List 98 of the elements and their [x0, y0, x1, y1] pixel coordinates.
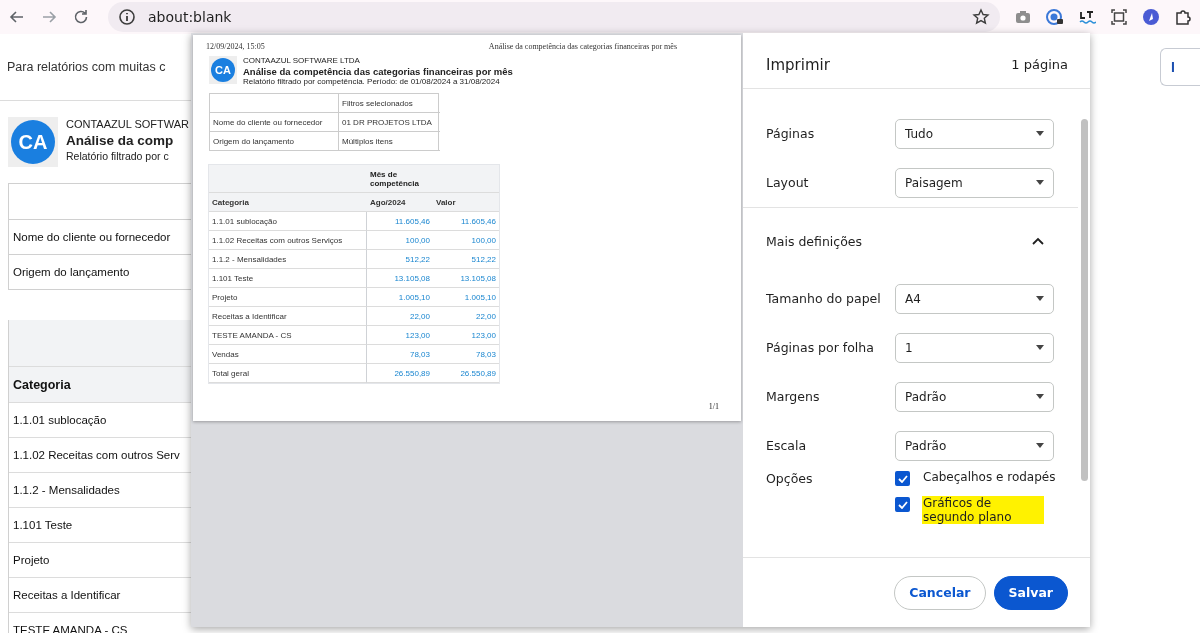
dropdown[interactable]: Tudo — [895, 118, 1054, 149]
logo-badge: CA — [211, 58, 235, 82]
table-cell-text: Projeto — [12, 554, 50, 566]
setting-label: Páginas por folha — [766, 340, 875, 355]
table-cell-text: 123,00 — [470, 330, 497, 340]
table-cell-text: 1.005,10 — [463, 292, 497, 302]
caret-icon — [1036, 345, 1044, 350]
setting-label: Layout — [766, 175, 810, 190]
table-cell-text: Vendas — [211, 349, 240, 359]
company-name: CONTAAZUL SOFTWAR — [66, 117, 190, 132]
table-cell-text: 100,00 — [470, 235, 497, 245]
save-button[interactable]: Salvar — [993, 575, 1068, 610]
table-cell-text: 26.550,89 — [459, 368, 497, 378]
table-cell-text: 1.1.02 Receitas com outros Serv — [12, 449, 180, 461]
reload-icon[interactable] — [72, 8, 90, 26]
notice-text: Para relatórios com muitas c — [6, 60, 166, 74]
column-header: Valor — [435, 197, 457, 207]
report-title: Análise da comp — [66, 132, 174, 149]
lock-circle-icon[interactable] — [1046, 8, 1064, 26]
scrollbar-thumb[interactable] — [1081, 119, 1088, 481]
table-cell-text: 11.605,46 — [394, 216, 431, 226]
extension-circle-icon[interactable] — [1142, 8, 1160, 26]
caret-icon — [1036, 443, 1044, 448]
text-wave-icon[interactable] — [1078, 8, 1096, 26]
filter-cell-text: 01 DR PROJETOS LTDA — [341, 117, 433, 127]
table-cell-text: 1.1.01 sublocação — [211, 216, 278, 226]
column-header: Ago/2024 — [369, 197, 407, 207]
dropdown[interactable]: 1 — [895, 332, 1054, 363]
setting-label: Escala — [766, 438, 808, 453]
table-cell-text: 1.1.2 - Mensalidades — [211, 254, 288, 264]
table-cell-text: 78,03 — [474, 349, 497, 359]
group-header: Mês de competência — [370, 169, 420, 188]
table-cell-text: TESTE AMANDA - CS — [211, 330, 293, 340]
puzzle-icon[interactable] — [1174, 8, 1192, 26]
more-settings-toggle[interactable]: Mais definições — [743, 208, 1078, 274]
filter-cell-text: Nome do cliente ou fornecedor — [12, 231, 171, 243]
camera-icon[interactable] — [1014, 8, 1032, 26]
star-icon[interactable] — [972, 8, 990, 26]
report-subtitle: Relatório filtrado por competência. Período: de 01/08/2024 a 31/08/2024 — [243, 77, 500, 87]
table-cell-text: Receitas a Identificar — [211, 311, 288, 321]
caret-icon — [1036, 131, 1044, 136]
column-header: Categoria — [12, 377, 71, 392]
url-text: about:blank — [148, 9, 233, 25]
company-name: CONTAAZUL SOFTWARE LTDA — [243, 56, 360, 66]
caret-icon — [1036, 394, 1044, 399]
frame-icon[interactable] — [1110, 8, 1128, 26]
dropdown[interactable]: Padrão — [895, 430, 1054, 461]
setting-label: Tamanho do papel — [766, 291, 882, 306]
table-cell-text: 22,00 — [408, 311, 431, 321]
table-cell-text: 512,22 — [470, 254, 497, 264]
table-cell-text: 100,00 — [404, 235, 431, 245]
table-cell-text: Projeto — [211, 292, 239, 302]
logo-badge: CA — [11, 120, 55, 164]
page-number: 1/1 — [708, 402, 719, 411]
dropdown[interactable]: A4 — [895, 283, 1054, 314]
table-cell-text: 13.105,08 — [459, 273, 497, 283]
print-header-title: Análise da competência das categorias financeiras por mês — [488, 42, 677, 51]
column-header: Categoria — [211, 197, 250, 207]
print-timestamp: 12/09/2024, 15:05 — [206, 42, 265, 51]
report-subtitle: Relatório filtrado por c — [66, 149, 169, 164]
table-cell-text: 1.101 Teste — [211, 273, 255, 283]
filter-cell-text: Origem do lançamento — [12, 266, 130, 278]
caret-icon — [1036, 296, 1044, 301]
side-button[interactable]: I — [1160, 48, 1200, 86]
table-cell-text: 123,00 — [404, 330, 431, 340]
dropdown[interactable]: Paisagem — [895, 167, 1054, 198]
table-cell-text: 1.101 Teste — [12, 519, 73, 531]
checkbox[interactable] — [895, 497, 910, 512]
option-label: Gráficos de segundo plano — [922, 496, 1044, 524]
option-label: Cabeçalhos e rodapés — [922, 470, 1057, 484]
table-cell-text: 512,22 — [404, 254, 431, 264]
filter-cell-text: Nome do cliente ou fornecedor — [212, 117, 324, 127]
dialog-title: Imprimir — [766, 55, 830, 74]
setting-label: Margens — [766, 389, 821, 404]
address-bar[interactable]: about:blank — [108, 2, 1000, 32]
cancel-button[interactable]: Cancelar — [894, 575, 986, 610]
table-cell-text: 13.105,08 — [393, 273, 431, 283]
checkbox[interactable] — [895, 471, 910, 486]
table-cell-text: 1.1.01 sublocação — [12, 414, 107, 426]
table-cell-text: 11.605,46 — [460, 216, 497, 226]
table-cell-text: 1.1.02 Receitas com outros Serviços — [211, 235, 344, 245]
table-cell-text: 22,00 — [474, 311, 497, 321]
setting-label: Páginas — [766, 126, 816, 141]
table-cell-text: 1.1.2 - Mensalidades — [12, 484, 120, 496]
table-cell-text: Receitas a Identificar — [12, 589, 121, 601]
setting-label: Opções — [766, 470, 814, 486]
dropdown[interactable]: Padrão — [895, 381, 1054, 412]
filter-cell-text: Origem do lançamento — [212, 136, 295, 146]
table-cell-text: 1.005,10 — [397, 292, 431, 302]
filter-cell-text: Múltiplos itens — [341, 136, 394, 146]
info-icon[interactable] — [118, 8, 136, 26]
filter-heading: Filtros selecionados — [341, 98, 414, 108]
table-cell-text: 26.550,89 — [393, 368, 431, 378]
caret-icon — [1036, 180, 1044, 185]
page-count: 1 página — [1011, 57, 1068, 72]
table-cell-text: Total geral — [211, 368, 250, 378]
report-title: Análise da competência das categorias financeiras por mês — [243, 66, 513, 77]
table-cell-text: 78,03 — [408, 349, 431, 359]
